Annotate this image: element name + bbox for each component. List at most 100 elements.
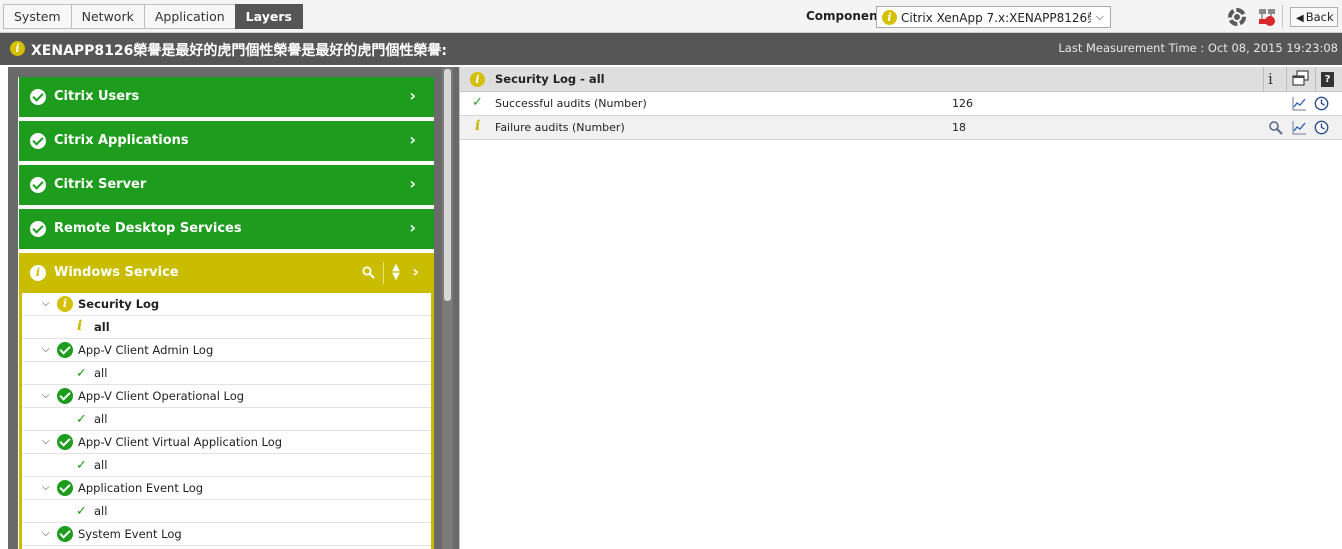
layer-label: Citrix Server — [54, 177, 147, 192]
header-divider — [1263, 67, 1264, 92]
expand-collapse-icon[interactable]: ▲ ▼ — [388, 263, 404, 283]
tree-descriptor-row[interactable]: ✓ all — [22, 408, 431, 431]
descriptor-name: all — [94, 366, 108, 380]
layer-windows-service: i Windows Service ▲ ▼ › ⌵ i Security Log … — [19, 253, 434, 549]
measures-panel: i Security Log - all i ? ✓ Successful au… — [459, 67, 1342, 549]
graph-icon[interactable] — [1292, 96, 1307, 111]
component-label: Component — [806, 9, 884, 23]
magnifier-icon[interactable] — [1268, 120, 1283, 135]
test-name: System Event Log — [78, 527, 182, 541]
layer-citrix-applications[interactable]: Citrix Applications › — [19, 121, 434, 161]
test-name: Application Event Log — [78, 481, 204, 495]
test-name: App-V Client Virtual Application Log — [78, 435, 283, 449]
search-icon[interactable] — [362, 266, 375, 279]
chevron-down-icon[interactable]: ⌵ — [42, 528, 50, 539]
chevron-right-icon[interactable]: › — [409, 86, 416, 105]
check-circle-icon — [30, 89, 46, 105]
measure-name: Successful audits (Number) — [495, 97, 647, 110]
scrollbar-thumb[interactable] — [444, 69, 451, 301]
detach-window-icon[interactable] — [1292, 70, 1309, 87]
measure-row[interactable]: i Failure audits (Number) 18 — [460, 116, 1342, 140]
layer-remote-desktop-services[interactable]: Remote Desktop Services › — [19, 209, 434, 249]
tree-test-row[interactable]: ⌵ Application Event Log — [22, 477, 431, 500]
history-icon[interactable] — [1314, 96, 1329, 111]
test-tree: ⌵ i Security Log i all ⌵ App-V Client Ad… — [22, 293, 431, 549]
measure-name: Failure audits (Number) — [495, 121, 625, 134]
checkmark-icon: ✓ — [76, 366, 87, 381]
checkmark-icon: ✓ — [472, 95, 483, 110]
network-map-icon[interactable] — [1258, 8, 1276, 26]
tree-descriptor-row[interactable]: ✓ all — [22, 362, 431, 385]
layer-citrix-server[interactable]: Citrix Server › — [19, 165, 434, 205]
chevron-down-icon[interactable]: ⌵ — [42, 344, 50, 355]
test-name: App-V Client Operational Log — [78, 389, 245, 403]
checkmark-icon: ✓ — [76, 504, 87, 519]
component-select[interactable]: i Citrix XenApp 7.x:XENAPP8126榮譽 ⌵ — [876, 6, 1111, 28]
info-icon: i — [30, 265, 46, 281]
layer-citrix-users[interactable]: Citrix Users › — [19, 77, 434, 117]
info-icon: i — [57, 296, 73, 312]
layer-label: Citrix Applications — [54, 133, 189, 148]
descriptor-name: all — [94, 320, 110, 334]
test-name: Security Log — [78, 297, 160, 311]
header-divider — [383, 262, 384, 284]
layer-label: Citrix Users — [54, 89, 140, 104]
tree-descriptor-row[interactable]: ✓ all — [22, 500, 431, 523]
measure-row[interactable]: ✓ Successful audits (Number) 126 — [460, 92, 1342, 116]
check-circle-icon — [57, 434, 73, 450]
check-circle-icon — [57, 388, 73, 404]
title-bar: i XENAPP8126榮譽是最好的虎門個性榮譽是最好的虎門個性榮譽: Last… — [0, 33, 1342, 65]
tree-descriptor-row[interactable]: i all — [22, 316, 431, 339]
layers-list: Citrix Users › Citrix Applications › Cit… — [18, 77, 434, 549]
tree-test-row[interactable]: ⌵ System Event Log — [22, 523, 431, 546]
tree-test-row[interactable]: ⌵ App-V Client Operational Log — [22, 385, 431, 408]
layers-panel: Citrix Users › Citrix Applications › Cit… — [8, 67, 453, 549]
chevron-down-icon[interactable]: ⌵ — [42, 390, 50, 401]
info-icon: i — [475, 118, 481, 134]
tab-network[interactable]: Network — [70, 4, 144, 29]
checkmark-icon: ✓ — [76, 412, 87, 427]
measures-title: Security Log - all — [495, 72, 605, 86]
back-arrow-icon: ◀ — [1296, 13, 1304, 24]
descriptor-name: all — [94, 412, 108, 426]
help-icon[interactable]: ? — [1321, 72, 1334, 87]
check-circle-icon — [30, 177, 46, 193]
tab-system[interactable]: System — [3, 4, 71, 29]
check-circle-icon — [57, 342, 73, 358]
main-tabs: System Network Application Layers — [3, 4, 303, 29]
gear-icon[interactable] — [1228, 8, 1246, 26]
tree-descriptor-row[interactable]: ✓ all — [22, 454, 431, 477]
test-name: App-V Client Admin Log — [78, 343, 214, 357]
tree-test-row[interactable]: ⌵ App-V Client Admin Log — [22, 339, 431, 362]
info-icon: i — [470, 72, 485, 87]
graph-icon[interactable] — [1292, 120, 1307, 135]
checkmark-icon: ✓ — [76, 458, 87, 473]
check-circle-icon — [30, 221, 46, 237]
last-measurement-time: Last Measurement Time : Oct 08, 2015 19:… — [1058, 41, 1338, 55]
history-icon[interactable] — [1314, 120, 1329, 135]
layer-windows-service-header[interactable]: i Windows Service ▲ ▼ › — [19, 253, 434, 293]
info-icon: i — [77, 318, 83, 334]
chevron-down-icon[interactable]: ⌵ — [42, 436, 50, 447]
measure-value: 126 — [952, 97, 973, 110]
chevron-right-icon[interactable]: › — [409, 130, 416, 149]
tab-application[interactable]: Application — [143, 4, 235, 29]
tree-test-row[interactable]: ⌵ App-V Client Virtual Application Log — [22, 431, 431, 454]
tab-layers[interactable]: Layers — [234, 4, 303, 29]
back-button[interactable]: ◀ Back — [1290, 7, 1338, 27]
chevron-down-icon: ⌵ — [1095, 10, 1104, 23]
info-icon: i — [882, 9, 897, 25]
info-button-icon[interactable]: i — [1268, 70, 1273, 88]
layer-label: Remote Desktop Services — [54, 221, 242, 236]
tree-test-row[interactable]: ⌵ i Security Log — [22, 293, 431, 316]
chevron-down-icon[interactable]: ⌵ — [42, 482, 50, 493]
chevron-right-icon[interactable]: › — [412, 262, 419, 281]
chevron-right-icon[interactable]: › — [409, 218, 416, 237]
header-divider — [1315, 67, 1316, 92]
descriptor-name: all — [94, 504, 108, 518]
page-title: XENAPP8126榮譽是最好的虎門個性榮譽是最好的虎門個性榮譽: — [31, 43, 447, 59]
chevron-right-icon[interactable]: › — [409, 174, 416, 193]
toolbar-divider — [1282, 5, 1283, 29]
check-circle-icon — [57, 480, 73, 496]
chevron-down-icon[interactable]: ⌵ — [42, 298, 50, 309]
